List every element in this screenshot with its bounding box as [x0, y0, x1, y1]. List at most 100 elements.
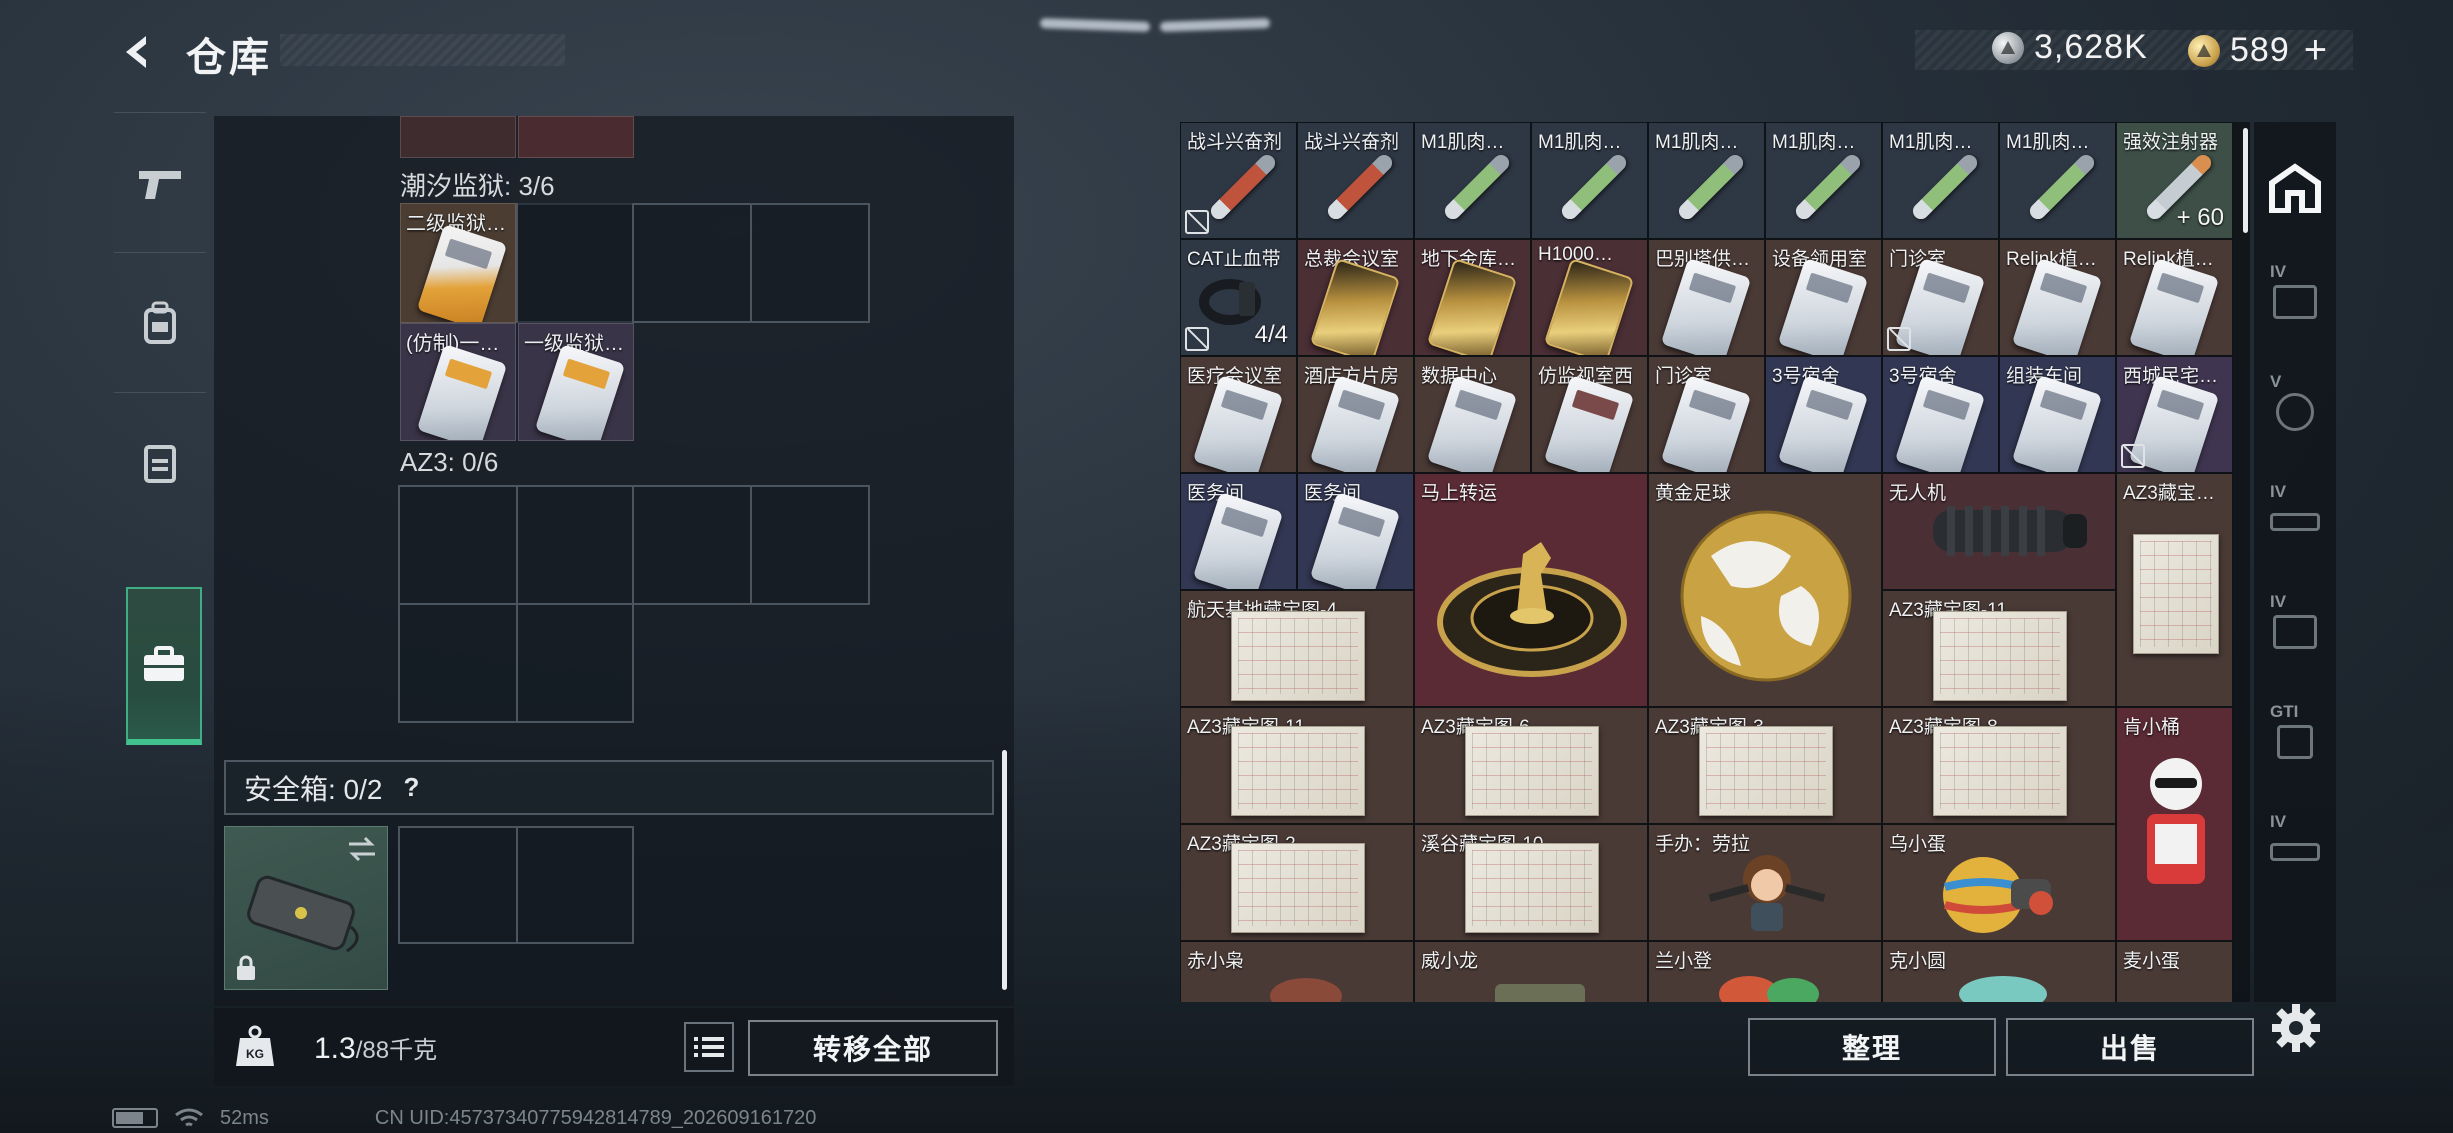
tab-storage-case[interactable]	[126, 587, 202, 745]
safe-box-container[interactable]	[224, 826, 388, 990]
back-button[interactable]	[112, 26, 164, 78]
item-count: 4/4	[1254, 321, 1288, 348]
grid-item[interactable]: 总裁会议室	[1297, 239, 1414, 356]
grid-item[interactable]: 门诊室	[1648, 356, 1765, 473]
tab-level-label: IV	[2270, 812, 2287, 831]
grid-item-large[interactable]: 黄金足球	[1648, 473, 1882, 707]
grid-item-wide[interactable]: 手办：劳拉	[1648, 824, 1882, 941]
grid-item[interactable]: 西城民宅…	[2116, 356, 2233, 473]
grid-item-wide[interactable]: 航天基地藏宝图-4	[1180, 590, 1414, 707]
grid-item[interactable]: CAT止血带 4/4	[1180, 239, 1297, 356]
tab-weapons[interactable]	[114, 112, 206, 252]
treasure-map-icon	[1465, 843, 1599, 933]
grid-item[interactable]: M1肌肉…	[1648, 122, 1765, 239]
grid-item-wide[interactable]: AZ3藏宝图-11	[1882, 590, 2116, 707]
grid-item-wide[interactable]: 乌小蛋	[1882, 824, 2116, 941]
grid-item-wide[interactable]: 克小圆	[1882, 941, 2116, 1002]
grid-item-wide[interactable]: AZ3藏宝图-11	[1180, 707, 1414, 824]
treasure-map-icon	[1699, 726, 1833, 816]
list-view-button[interactable]	[684, 1022, 734, 1072]
grid-item-tall[interactable]: 肯小桶	[2116, 707, 2233, 941]
wifi-icon	[175, 1108, 203, 1127]
grid-item-wide[interactable]: 溪谷藏宝图-10	[1414, 824, 1648, 941]
tab-category-6[interactable]: IV	[2254, 802, 2336, 902]
grid-item[interactable]: M1肌肉…	[1414, 122, 1531, 239]
grid-item[interactable]: 麦小蛋	[2116, 941, 2233, 1002]
grid-item-wide[interactable]: AZ3藏宝图-3	[1648, 707, 1882, 824]
grid-item-wide[interactable]: 无人机	[1882, 473, 2116, 590]
grid-item[interactable]: 3号宿舍	[1882, 356, 1999, 473]
item-prison-key-2[interactable]: 二级监狱…	[400, 203, 516, 323]
grid-item[interactable]: 酒店方片房	[1297, 356, 1414, 473]
grid-item[interactable]: 仿监视室西	[1531, 356, 1648, 473]
grid-item[interactable]: Relink植…	[2116, 239, 2233, 356]
grid-item[interactable]: 医疗会议室	[1180, 356, 1297, 473]
help-button[interactable]: ?	[396, 772, 426, 803]
syringe-icon	[2026, 151, 2098, 223]
grid-item[interactable]: 战斗兴奋剂	[1180, 122, 1297, 239]
grid-item[interactable]: 巴别塔供…	[1648, 239, 1765, 356]
grid-item[interactable]: 门诊室	[1882, 239, 1999, 356]
keycard-icon	[1426, 375, 1518, 472]
tab-category-1[interactable]: IV	[2254, 252, 2336, 352]
grid-item-wide[interactable]: 威小龙	[1414, 941, 1648, 1002]
folder-icon	[2273, 285, 2317, 319]
keycard-icon	[1543, 375, 1635, 472]
add-currency-button[interactable]: +	[2304, 28, 2328, 73]
grid-item[interactable]: 医务间	[1297, 473, 1414, 590]
slot-grid-row	[398, 485, 870, 605]
figurine-icon	[1270, 978, 1342, 1002]
tab-level-label: IV	[2270, 482, 2287, 501]
grid-item[interactable]: 3号宿舍	[1765, 356, 1882, 473]
grid-item[interactable]: 地下金库…	[1414, 239, 1531, 356]
tab-category-3[interactable]: IV	[2254, 472, 2336, 572]
svg-text:KG: KG	[246, 1047, 264, 1061]
grid-item-wide[interactable]: 赤小枭	[1180, 941, 1414, 1002]
partial-item[interactable]	[400, 116, 516, 158]
right-scrollbar[interactable]	[2243, 128, 2248, 233]
slot-divider	[516, 485, 634, 605]
tab-category-4[interactable]: IV	[2254, 582, 2336, 682]
grid-item[interactable]: 数据中心	[1414, 356, 1531, 473]
left-scrollbar[interactable]	[1002, 750, 1007, 990]
grid-item[interactable]: 强效注射器 + 60	[2116, 122, 2233, 239]
settings-button[interactable]	[2268, 1000, 2324, 1056]
tab-vest[interactable]	[114, 392, 206, 532]
grid-item[interactable]: M1肌肉…	[1999, 122, 2116, 239]
currency-silver: 3,628K	[1992, 28, 2148, 67]
grid-item[interactable]: 组装车间	[1999, 356, 2116, 473]
keycard-icon	[1192, 375, 1284, 472]
sort-button[interactable]: 整理	[1748, 1018, 1996, 1076]
grid-item-wide[interactable]: AZ3藏宝图-8	[1882, 707, 2116, 824]
grid-item-wide[interactable]: AZ3藏宝图-6	[1414, 707, 1648, 824]
grid-item[interactable]: 战斗兴奋剂	[1297, 122, 1414, 239]
swap-icon[interactable]	[345, 835, 379, 863]
right-category-tabs: IV V IV IV GTI IV	[2254, 122, 2336, 1002]
grid-item[interactable]: M1肌肉…	[1531, 122, 1648, 239]
tab-category-5[interactable]: GTI	[2254, 692, 2336, 792]
sell-button[interactable]: 出售	[2006, 1018, 2254, 1076]
grid-item[interactable]: M1肌肉…	[1765, 122, 1882, 239]
grid-item-tall[interactable]: AZ3藏宝…	[2116, 473, 2233, 707]
grid-item[interactable]: 设备领用室	[1765, 239, 1882, 356]
slot-divider	[516, 203, 634, 323]
item-name: CAT止血带	[1187, 249, 1281, 270]
house-icon	[2269, 163, 2321, 213]
grid-item[interactable]: Relink植…	[1999, 239, 2116, 356]
drone-part-icon	[1933, 506, 2087, 556]
tab-all[interactable]	[2254, 138, 2336, 238]
grid-item[interactable]: M1肌肉…	[1882, 122, 1999, 239]
grid-item[interactable]: H1000…	[1531, 239, 1648, 356]
grid-item-large[interactable]: 马上转运	[1414, 473, 1648, 707]
item-prison-key-1[interactable]: 一级监狱…	[518, 323, 634, 441]
partial-item[interactable]	[518, 116, 634, 158]
tab-backpack[interactable]	[114, 252, 206, 392]
right-footer: 整理 出售	[1180, 1008, 2254, 1088]
item-prison-key-replica[interactable]: (仿制)一…	[400, 323, 516, 441]
tab-category-2[interactable]: V	[2254, 362, 2336, 462]
grid-item-wide[interactable]: 兰小登	[1648, 941, 1882, 1002]
transfer-all-button[interactable]: 转移全部	[748, 1020, 998, 1076]
grid-item[interactable]: 医务间	[1180, 473, 1297, 590]
grid-item-wide[interactable]: AZ3藏宝图-2	[1180, 824, 1414, 941]
slot-divider	[750, 203, 752, 323]
